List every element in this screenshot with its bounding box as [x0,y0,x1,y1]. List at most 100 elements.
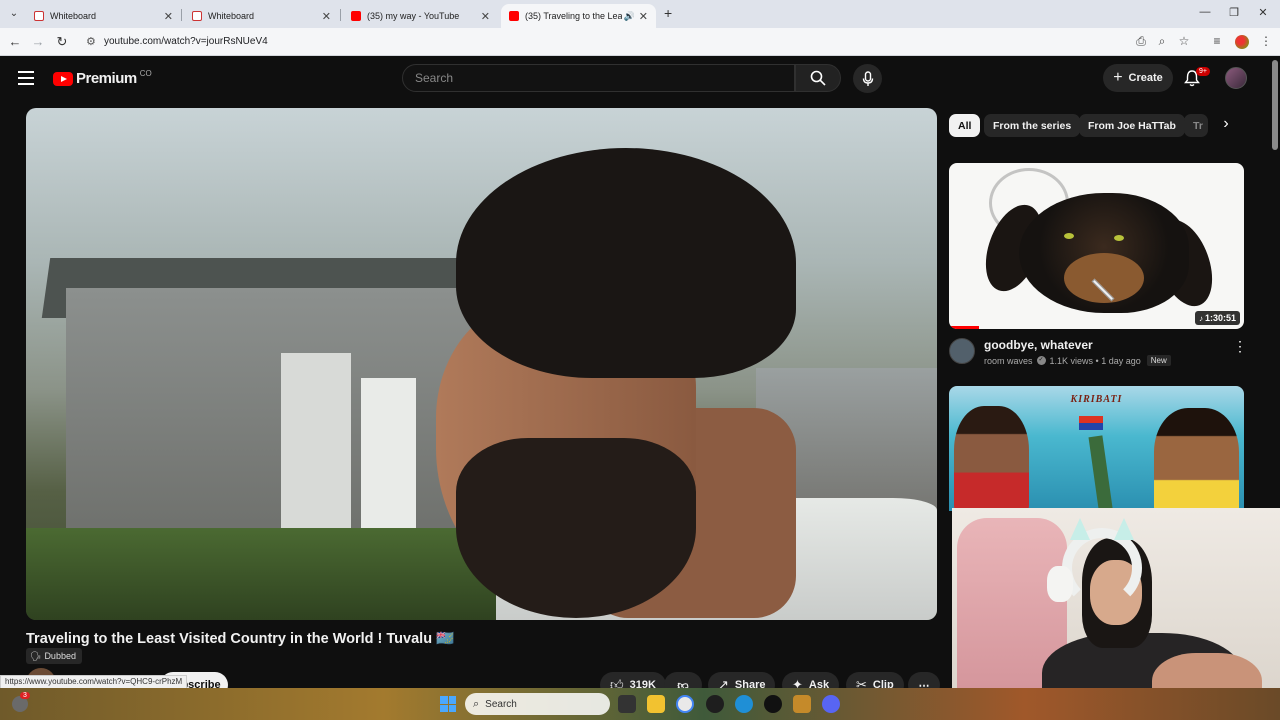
view-count: 1.1K views [1049,355,1094,366]
tab-separator [181,9,182,21]
chip-from-joe-hattab[interactable]: From Joe HaTTab [1079,114,1185,137]
recommendation-thumbnail[interactable]: KIRIBATI [949,386,1244,511]
media-controls-icon[interactable]: ≡ [1210,34,1224,48]
youtube-icon [351,11,361,21]
close-icon[interactable]: ✕ [481,10,490,23]
voice-search-button[interactable] [853,64,882,93]
back-arrow-icon[interactable]: ← [7,34,23,49]
recommendation-meta: room waves ✓ 1.1K views • 1 day ago New [984,355,1171,366]
youtube-play-icon [53,71,73,86]
cat-ear-left [1070,518,1090,540]
chrome-icon[interactable] [676,695,694,713]
tab-whiteboard-1[interactable]: Whiteboard ✕ [26,4,181,28]
forward-arrow-icon[interactable]: → [30,34,46,49]
url-field[interactable]: youtube.com/watch?v=jourRsNUeV4 [104,36,268,47]
search-input[interactable] [415,71,794,85]
island-illustration [1088,435,1114,511]
browser-menu-icon[interactable]: ⋮ [1259,34,1273,48]
upload-age: 1 day ago [1101,355,1141,366]
tab-youtube-traveling[interactable]: (35) Traveling to the Least V 🔊 ✕ [501,4,656,28]
channel-avatar[interactable] [949,338,975,364]
more-vertical-icon[interactable]: ⋮ [1233,338,1247,355]
app-icon[interactable] [793,695,811,713]
app-icon[interactable] [706,695,724,713]
tab-title: Whiteboard [50,11,97,21]
video-frame-house [66,288,486,548]
video-title: Traveling to the Least Visited Country i… [26,631,455,647]
headset-icon [1062,528,1142,608]
zoom-icon[interactable]: ⌕ [1155,34,1169,49]
whiteboard-icon [192,11,202,21]
obs-icon[interactable] [764,695,782,713]
file-explorer-icon[interactable] [647,695,665,713]
close-icon[interactable]: ✕ [639,10,648,23]
tab-youtube-my-way[interactable]: (35) my way - YouTube ✕ [343,4,498,28]
new-tab-button[interactable]: + [664,5,672,21]
task-view-icon[interactable] [618,695,636,713]
discord-icon[interactable] [822,695,840,713]
watch-progress-bar [949,326,979,329]
person-voice-icon: 🗣 [30,650,42,661]
minimize-icon[interactable]: — [1198,6,1212,18]
cat-ear-right [1114,518,1134,540]
duration-badge: ♪ 1:30:51 [1194,311,1240,325]
search-icon [810,70,826,86]
site-info-icon[interactable]: ⚙ [86,35,96,48]
search-icon: ⌕ [473,697,480,710]
search-button[interactable] [795,64,841,92]
man-illustration [954,406,1029,511]
browser-tab-bar: ⌄ Whiteboard ✕ Whiteboard ✕ (35) my way … [0,0,1280,28]
link-status-bar: https://www.youtube.com/watch?v=QHC9-crP… [0,675,188,689]
create-button[interactable]: + Create [1103,64,1173,92]
plus-icon: + [1113,69,1123,86]
recommendation-thumbnail[interactable]: ♪ 1:30:51 [949,163,1244,329]
taskbar-search-label: Search [485,698,517,710]
video-frame-wall [281,353,351,533]
recommendation-title[interactable]: goodbye, whatever [984,338,1093,352]
edge-icon[interactable] [735,695,753,713]
notification-count-badge: 9+ [1196,67,1210,76]
woman-illustration [1154,408,1239,511]
chip-all[interactable]: All [949,114,981,137]
widgets-badge: 3 [20,692,30,699]
windows-start-icon[interactable] [440,696,456,712]
restore-icon[interactable]: ❐ [1227,6,1241,19]
tab-search-chevron-icon[interactable]: ⌄ [6,6,22,22]
whiteboard-icon [34,11,44,21]
install-app-icon[interactable]: ⎙ [1134,34,1148,49]
chevron-right-icon[interactable]: › [1216,115,1236,135]
account-avatar[interactable] [1225,67,1247,89]
youtube-header: Premium CO + Create 9+ [0,57,1280,101]
dubbed-badge: 🗣 Dubbed [26,648,82,664]
chip-from-the-series[interactable]: From the series [984,114,1081,137]
duration-text: 1:30:51 [1204,313,1236,323]
speaker-icon[interactable]: 🔊 [624,11,635,22]
close-icon[interactable]: ✕ [164,10,173,23]
flag-illustration [1079,416,1103,430]
video-player[interactable] [26,108,937,620]
channel-name[interactable]: room waves [984,356,1033,366]
close-icon[interactable]: ✕ [322,10,331,23]
page-scrollbar[interactable] [1272,60,1278,150]
new-badge: New [1146,355,1171,366]
reload-icon[interactable]: ↻ [54,34,70,50]
logo-country-badge: CO [139,69,152,78]
hamburger-menu-icon[interactable] [18,71,34,85]
microphone-icon [862,70,873,86]
logo-text: Premium [76,70,137,87]
youtube-premium-logo[interactable]: Premium CO [53,69,152,87]
youtube-icon [509,11,519,21]
tab-title: Whiteboard [208,11,255,21]
bookmark-star-icon[interactable]: ☆ [1177,34,1191,48]
verified-check-icon: ✓ [1036,356,1046,365]
taskbar-search[interactable]: ⌕ Search [465,693,610,715]
music-note-icon: ♪ [1198,313,1203,323]
chip-truncated[interactable]: Tr [1184,114,1208,137]
tab-whiteboard-2[interactable]: Whiteboard ✕ [184,4,339,28]
tab-title: (35) my way - YouTube [367,11,460,21]
headset-earcup [1047,566,1073,602]
address-bar: ← → ↻ ⚙ youtube.com/watch?v=jourRsNUeV4 … [0,28,1280,56]
create-label: Create [1128,72,1163,84]
browser-profile-avatar[interactable] [1235,35,1249,49]
window-close-icon[interactable]: ✕ [1256,6,1270,19]
